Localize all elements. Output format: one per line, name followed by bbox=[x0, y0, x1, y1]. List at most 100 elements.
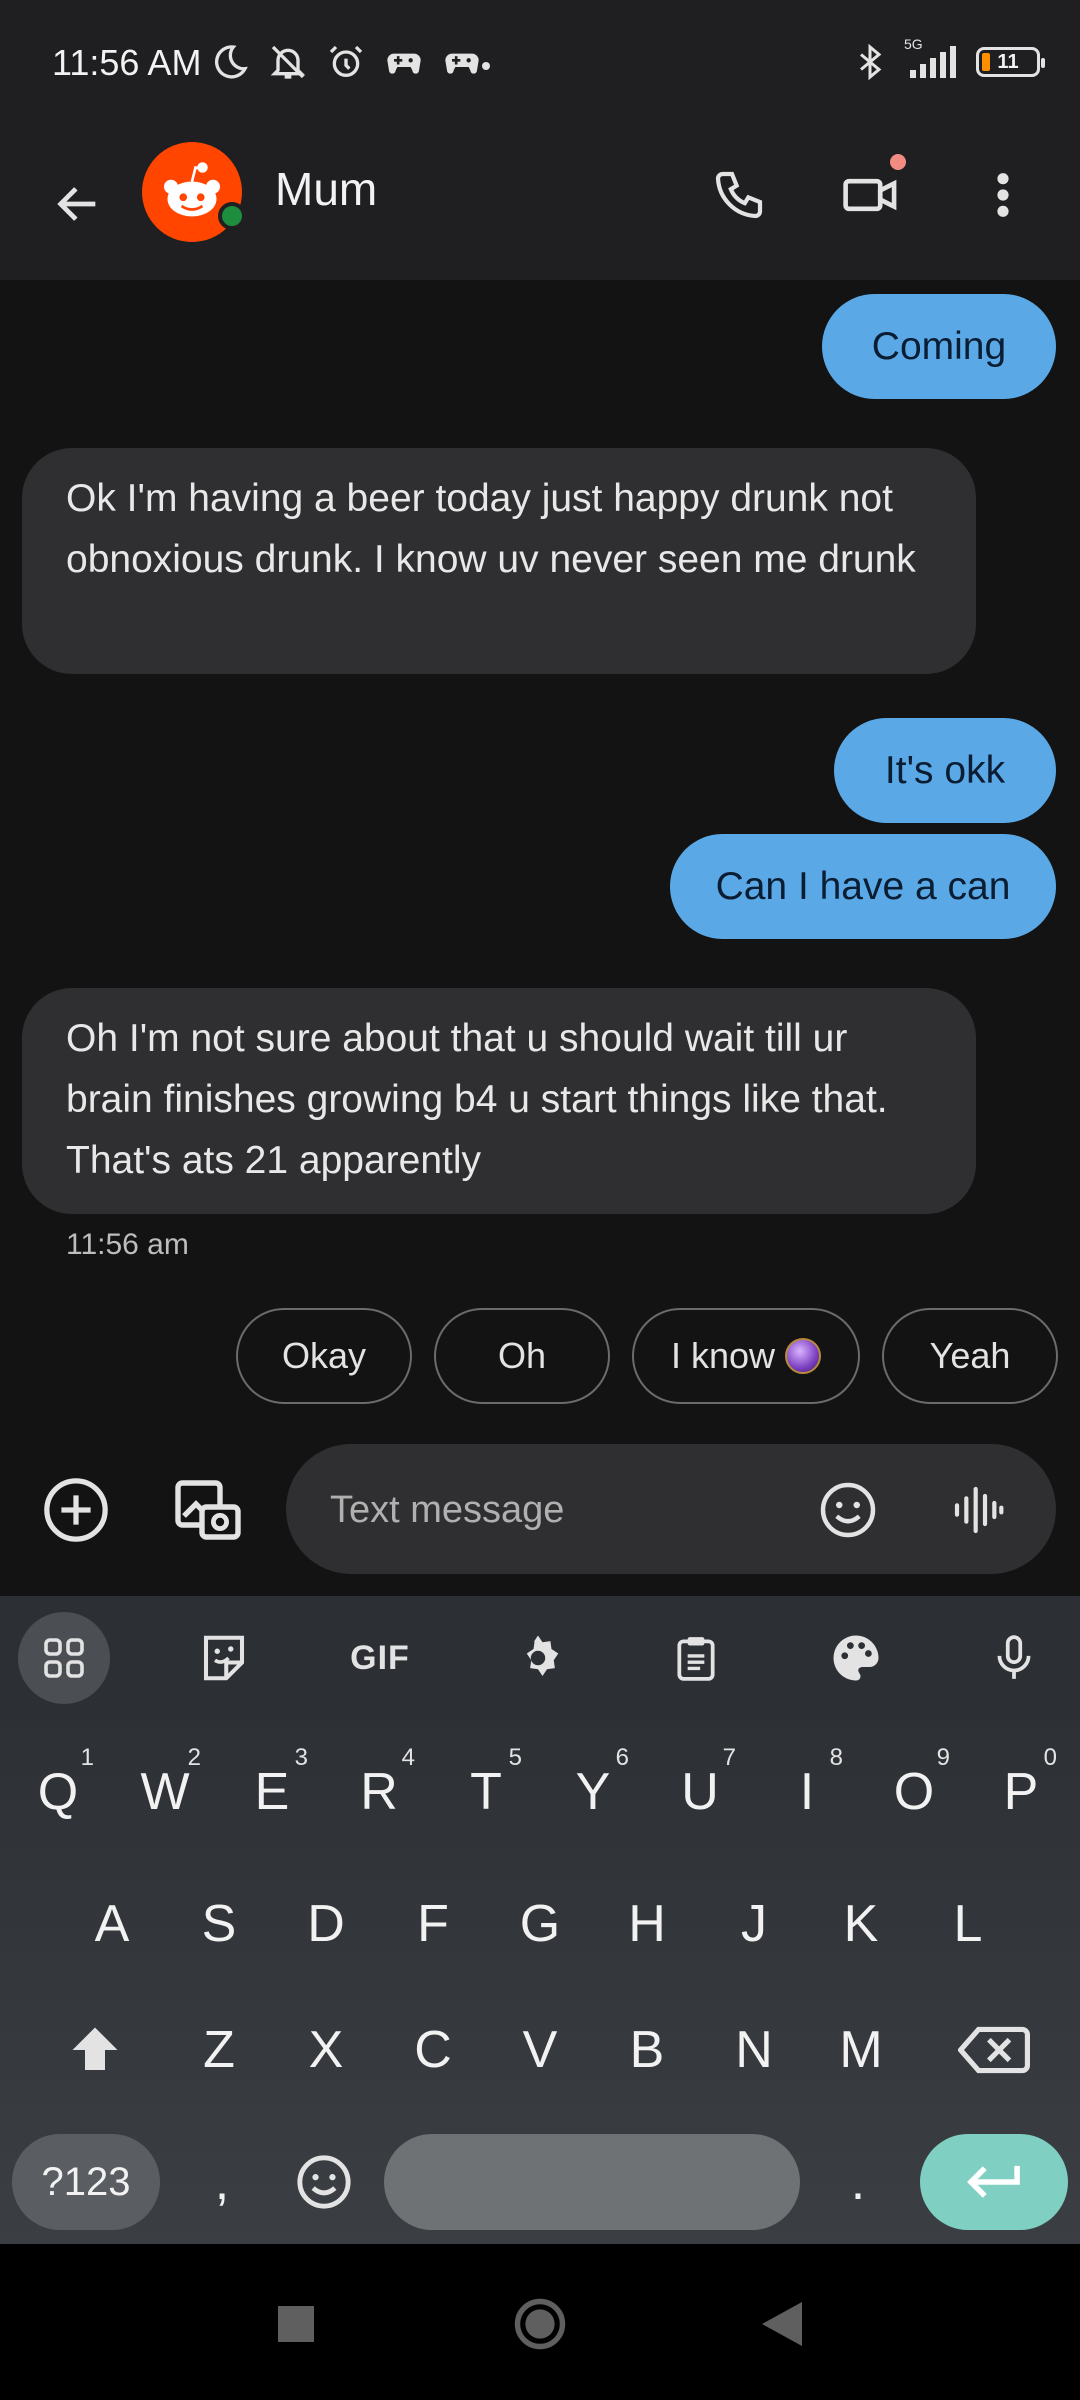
emoji-key[interactable] bbox=[278, 2126, 370, 2238]
key-m[interactable]: M bbox=[815, 1994, 907, 2106]
avatar-badge bbox=[218, 202, 246, 230]
smart-reply-chip[interactable]: I know bbox=[632, 1308, 860, 1404]
key-e[interactable]: E3 bbox=[226, 1736, 318, 1848]
recents-button[interactable] bbox=[256, 2284, 336, 2364]
message-outgoing[interactable]: Can I have a can bbox=[670, 834, 1056, 939]
compose-box bbox=[286, 1444, 1056, 1574]
message-outgoing[interactable]: It's okk bbox=[834, 718, 1056, 823]
contact-name: Mum bbox=[275, 163, 378, 215]
period-key[interactable]: . bbox=[812, 2126, 904, 2238]
crystal-ball-emoji-icon bbox=[785, 1338, 822, 1374]
key-o[interactable]: O9 bbox=[868, 1736, 960, 1848]
theme-button[interactable] bbox=[810, 1612, 902, 1704]
key-i[interactable]: I8 bbox=[761, 1736, 853, 1848]
backspace-key[interactable] bbox=[944, 1994, 1044, 2106]
apps-grid-button[interactable] bbox=[18, 1612, 110, 1704]
recents-square-icon bbox=[278, 2306, 314, 2342]
status-bar: 11:56 AM 5G 11 bbox=[0, 0, 1080, 130]
keyboard: GIF Q1 W2 E3 R4 T5 Y6 U7 I8 O9 P0 A S D … bbox=[0, 1596, 1080, 2244]
key-j[interactable]: J bbox=[708, 1868, 800, 1980]
smart-reply-chip[interactable]: Yeah bbox=[882, 1308, 1058, 1404]
more-options-button[interactable] bbox=[958, 150, 1048, 240]
smart-reply-label: Oh bbox=[497, 1335, 547, 1376]
comma-key[interactable]: , bbox=[176, 2126, 268, 2238]
clipboard-button[interactable] bbox=[650, 1612, 742, 1704]
keyboard-settings-button[interactable] bbox=[492, 1612, 584, 1704]
message-input[interactable] bbox=[330, 1482, 760, 1538]
emoji-icon bbox=[820, 1482, 876, 1538]
key-z[interactable]: Z bbox=[173, 1994, 265, 2106]
key-w[interactable]: W2 bbox=[119, 1736, 211, 1848]
key-n[interactable]: N bbox=[708, 1994, 800, 2106]
key-c[interactable]: C bbox=[387, 1994, 479, 2106]
back-triangle-icon bbox=[762, 2302, 802, 2346]
key-p[interactable]: P0 bbox=[975, 1736, 1067, 1848]
video-call-icon bbox=[843, 178, 897, 212]
vibrate-off-icon bbox=[270, 45, 306, 79]
key-y[interactable]: Y6 bbox=[547, 1736, 639, 1848]
key-k[interactable]: K bbox=[815, 1868, 907, 1980]
key-l[interactable]: L bbox=[922, 1868, 1014, 1980]
enter-key[interactable] bbox=[920, 2134, 1068, 2230]
notification-dot bbox=[482, 62, 490, 70]
smart-reply-chip[interactable]: Okay bbox=[236, 1308, 412, 1404]
emoji-button[interactable] bbox=[812, 1474, 884, 1546]
clipboard-icon bbox=[677, 1637, 715, 1681]
back-button[interactable] bbox=[40, 166, 116, 242]
key-r[interactable]: R4 bbox=[333, 1736, 425, 1848]
symbols-key[interactable]: ?123 bbox=[12, 2134, 160, 2230]
space-key[interactable] bbox=[384, 2134, 800, 2230]
microphone-icon bbox=[997, 1635, 1031, 1679]
gif-icon: GIF bbox=[350, 1638, 410, 1677]
voice-typing-button[interactable] bbox=[968, 1612, 1060, 1704]
status-time: 11:56 AM bbox=[52, 42, 202, 83]
keyboard-toolbar: GIF bbox=[0, 1596, 1080, 1718]
game-controller-icon bbox=[387, 53, 421, 74]
key-x[interactable]: X bbox=[280, 1994, 372, 2106]
alarm-icon bbox=[329, 45, 363, 77]
message-incoming[interactable]: Ok I'm having a beer today just happy dr… bbox=[22, 448, 976, 674]
message-timestamp: 11:56 am bbox=[66, 1228, 189, 1261]
conversation-header: Mum bbox=[0, 130, 1080, 280]
battery-level: 11 bbox=[997, 50, 1019, 73]
home-button[interactable] bbox=[500, 2284, 580, 2364]
voice-waveform-icon bbox=[954, 1486, 1004, 1534]
backspace-icon bbox=[958, 2026, 1030, 2074]
key-v[interactable]: V bbox=[494, 1994, 586, 2106]
add-attachment-button[interactable] bbox=[38, 1472, 114, 1548]
gallery-button[interactable] bbox=[170, 1472, 246, 1548]
add-circle-icon bbox=[44, 1478, 108, 1542]
key-s[interactable]: S bbox=[173, 1868, 265, 1980]
sticker-button[interactable] bbox=[178, 1612, 270, 1704]
key-u[interactable]: U7 bbox=[654, 1736, 746, 1848]
network-type: 5G bbox=[904, 36, 923, 52]
key-q[interactable]: Q1 bbox=[12, 1736, 104, 1848]
status-icons-left bbox=[210, 42, 482, 82]
voice-message-button[interactable] bbox=[942, 1474, 1014, 1546]
palette-icon bbox=[833, 1635, 879, 1681]
signal-icon: 5G bbox=[902, 36, 962, 82]
key-t[interactable]: T5 bbox=[440, 1736, 532, 1848]
key-g[interactable]: G bbox=[494, 1868, 586, 1980]
key-d[interactable]: D bbox=[280, 1868, 372, 1980]
key-f[interactable]: F bbox=[387, 1868, 479, 1980]
smart-reply-label: Okay bbox=[281, 1335, 367, 1376]
back-nav-button[interactable] bbox=[742, 2284, 822, 2364]
key-a[interactable]: A bbox=[66, 1868, 158, 1980]
status-icons-right: 5G 11 bbox=[852, 36, 1045, 82]
gif-button[interactable]: GIF bbox=[334, 1612, 426, 1704]
moon-icon bbox=[214, 45, 248, 79]
message-incoming[interactable]: Oh I'm not sure about that u should wait… bbox=[22, 988, 976, 1214]
shift-key[interactable] bbox=[40, 1994, 150, 2106]
message-outgoing[interactable]: Coming bbox=[822, 294, 1056, 399]
shift-icon bbox=[72, 2027, 118, 2070]
phone-button[interactable] bbox=[694, 150, 784, 240]
smart-reply-chip[interactable]: Oh bbox=[434, 1308, 610, 1404]
settings-gear-icon bbox=[526, 1635, 559, 1676]
bluetooth-icon bbox=[860, 43, 882, 81]
reddit-avatar-icon bbox=[164, 162, 220, 217]
key-h[interactable]: H bbox=[601, 1868, 693, 1980]
key-b[interactable]: B bbox=[601, 1994, 693, 2106]
battery-icon: 11 bbox=[976, 47, 1045, 77]
home-circle-icon bbox=[514, 2298, 566, 2350]
